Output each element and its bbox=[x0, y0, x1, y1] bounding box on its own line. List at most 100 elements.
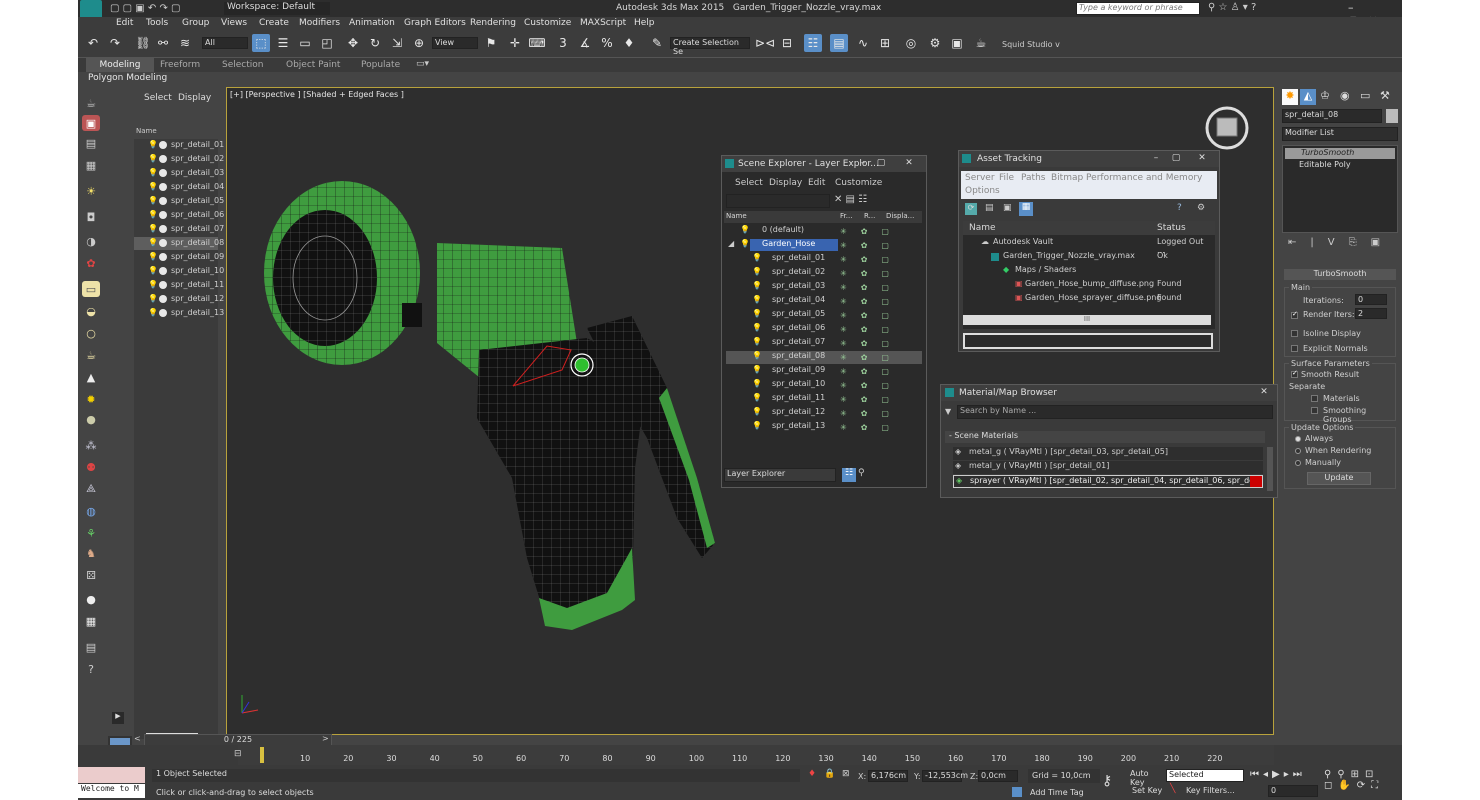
menu-customize[interactable]: Customize bbox=[835, 178, 882, 188]
link-icon[interactable]: ⛓ bbox=[134, 34, 152, 52]
object-name-field[interactable]: spr_detail_08 bbox=[1282, 109, 1382, 123]
always-radio[interactable] bbox=[1295, 436, 1301, 442]
spinner-snap-icon[interactable]: ♦ bbox=[620, 34, 638, 52]
mirror-icon[interactable]: ⊳⊲ bbox=[755, 34, 775, 52]
selection-lock-icon[interactable]: 🔒 bbox=[824, 769, 835, 779]
column-name[interactable]: Name bbox=[969, 223, 996, 233]
align-icon[interactable]: ⊟ bbox=[778, 34, 796, 52]
tab-selection[interactable]: Selection bbox=[222, 60, 263, 70]
search-input[interactable]: Type a keyword or phrase bbox=[1076, 2, 1200, 15]
dice-icon[interactable]: ⚄ bbox=[82, 567, 100, 583]
grass-icon[interactable]: ⚘ bbox=[82, 525, 100, 541]
named-selection-set-dropdown[interactable]: Create Selection Se bbox=[670, 37, 750, 56]
menu-rendering[interactable]: Rendering bbox=[470, 18, 516, 28]
stack-item-editable-poly[interactable]: Editable Poly bbox=[1285, 160, 1395, 171]
time-slider-prev-button[interactable]: < bbox=[134, 734, 141, 743]
tab-populate[interactable]: Populate bbox=[361, 60, 400, 70]
layer-explorer-icon[interactable]: ☷ bbox=[804, 34, 822, 52]
table-row[interactable]: ☁ Autodesk Vault Logged Out ... bbox=[965, 237, 1213, 255]
menu-edit[interactable]: Edit bbox=[808, 178, 825, 188]
circle-icon[interactable]: ○ bbox=[82, 325, 100, 341]
table-row[interactable]: ◆ Maps / Shaders bbox=[965, 265, 1213, 278]
place-icon[interactable]: ⊕ bbox=[410, 34, 428, 52]
help-icons[interactable]: ⚲ ☆ ♙ ▾ ? bbox=[1208, 2, 1256, 13]
material-editor-icon[interactable]: ◎ bbox=[902, 34, 920, 52]
rotate-icon[interactable]: ↻ bbox=[366, 34, 384, 52]
mesh-icon[interactable]: ⟁ bbox=[82, 481, 100, 497]
scene-name-header[interactable]: Name bbox=[136, 127, 157, 135]
list-item[interactable]: 💡 spr_detail_11 bbox=[134, 279, 224, 292]
expand-arrow-icon[interactable]: ▶ bbox=[112, 712, 124, 724]
menu-display[interactable]: Display bbox=[769, 178, 802, 188]
column-display[interactable]: Displa... bbox=[886, 212, 914, 220]
asset-status-field[interactable] bbox=[963, 333, 1213, 349]
camera-icon[interactable]: ◘ bbox=[82, 209, 100, 225]
minimize-button[interactable]: – bbox=[1149, 153, 1163, 164]
undo-icon[interactable]: ↶ bbox=[84, 34, 102, 52]
help-circle-icon[interactable]: ? bbox=[82, 661, 100, 677]
set-key-icon[interactable]: ⚷ bbox=[1102, 773, 1112, 789]
menu-graph-editors[interactable]: Graph Editors bbox=[404, 18, 466, 28]
globe-icon[interactable]: ◍ bbox=[82, 503, 100, 519]
add-time-tag-icon[interactable] bbox=[1012, 787, 1022, 797]
utilities-tab-icon[interactable]: ⚒ bbox=[1380, 89, 1390, 102]
selection-filter-dropdown[interactable]: All bbox=[202, 37, 248, 49]
current-frame-field[interactable]: 0 bbox=[1268, 785, 1318, 797]
scene-materials-section[interactable]: - Scene Materials bbox=[945, 431, 1265, 443]
time-slider-next-button[interactable]: > bbox=[322, 734, 329, 743]
color-icon[interactable]: ✿ bbox=[82, 255, 100, 271]
refresh-icon[interactable]: ⟳ bbox=[965, 203, 977, 215]
column-name[interactable]: Name bbox=[726, 212, 747, 220]
pivot-icon[interactable]: ⚑ bbox=[482, 34, 500, 52]
z-coordinate-field[interactable]: 0,0cm bbox=[978, 770, 1018, 782]
maximize-button[interactable]: ▢ bbox=[1169, 153, 1183, 164]
absolute-mode-icon[interactable]: ⊠ bbox=[842, 769, 850, 779]
ball-icon[interactable]: ● bbox=[82, 411, 100, 427]
material-search-input[interactable]: Search by Name ... bbox=[957, 405, 1273, 419]
menu-select[interactable]: Select bbox=[735, 178, 763, 188]
auto-key-button[interactable]: Auto Key bbox=[1130, 769, 1164, 787]
tab-modeling[interactable]: Modeling bbox=[86, 58, 154, 72]
stack-toolbar-icons[interactable]: ⇤|Ⅴ⎘▣ bbox=[1288, 237, 1398, 248]
update-button[interactable]: Update bbox=[1307, 472, 1371, 485]
iterations-spinner[interactable]: 0 bbox=[1355, 294, 1387, 305]
set-key-button[interactable]: Set Key bbox=[1132, 786, 1162, 795]
material-browser-titlebar[interactable]: Material/Map Browser ✕ bbox=[941, 385, 1277, 401]
time-marker[interactable] bbox=[260, 747, 264, 763]
list-item[interactable]: 💡 spr_detail_05 bbox=[134, 195, 224, 208]
modify-tab-icon[interactable]: ◭ bbox=[1300, 89, 1316, 105]
menu-bitmap-performance[interactable]: Bitmap Performance and Memory bbox=[1051, 173, 1202, 183]
cone-icon[interactable]: ▲ bbox=[82, 369, 100, 385]
menu-help[interactable]: Help bbox=[634, 18, 655, 28]
display-tab-icon[interactable]: ▭ bbox=[1360, 89, 1370, 102]
menu-modifiers[interactable]: Modifiers bbox=[299, 18, 340, 28]
hierarchy-tab-icon[interactable]: ♔ bbox=[1320, 89, 1330, 102]
table-row[interactable]: Garden_Trigger_Nozzle_vray.max Ok bbox=[965, 251, 1213, 264]
teapot2-icon[interactable]: ☕ bbox=[82, 347, 100, 363]
detail-view-icon[interactable]: ▣ bbox=[1003, 203, 1012, 213]
table-view-icon[interactable]: ▦ bbox=[1019, 202, 1033, 216]
menu-animation[interactable]: Animation bbox=[349, 18, 395, 28]
sun-icon[interactable]: ✹ bbox=[82, 391, 100, 407]
table-row[interactable]: ▣ Garden_Hose_bump_diffuse.png Found bbox=[965, 279, 1213, 292]
explorer-layer-mode-icon[interactable]: ☷ bbox=[842, 468, 856, 482]
render-iters-spinner[interactable]: 2 bbox=[1355, 308, 1387, 319]
list-item[interactable]: 💡 spr_detail_12 bbox=[134, 293, 224, 306]
curve-editor-icon[interactable]: ∿ bbox=[854, 34, 872, 52]
material-item-sprayer[interactable]: ◈ sprayer ( VRayMtl ) [spr_detail_02, spr… bbox=[953, 475, 1263, 488]
list-item[interactable]: 💡 spr_detail_03 bbox=[134, 167, 224, 180]
grid-icon[interactable]: ▦ bbox=[82, 157, 100, 173]
rect-selection-icon[interactable]: ▭ bbox=[296, 34, 314, 52]
material-item-metal-y[interactable]: ◈ metal_y ( VRayMtl ) [spr_detail_01] bbox=[953, 461, 1263, 474]
isolate-selection-icon[interactable]: ♦ bbox=[808, 769, 816, 779]
list-item[interactable]: 💡 spr_detail_01 bbox=[134, 139, 224, 152]
y-coordinate-field[interactable]: -12,553cm bbox=[922, 770, 968, 782]
workspace-dropdown[interactable]: Workspace: Default bbox=[224, 2, 330, 15]
edit-named-selection-icon[interactable]: ✎ bbox=[648, 34, 666, 52]
explorer-hierarchy-icon[interactable]: ⚲ bbox=[858, 468, 865, 478]
ribbon-options-icon[interactable]: ▭▾ bbox=[416, 59, 429, 69]
list-item-selected[interactable]: 💡 spr_detail_08 bbox=[134, 237, 224, 250]
scene-select-menu[interactable]: Select bbox=[144, 93, 172, 103]
minimize-button[interactable]: – bbox=[856, 158, 870, 169]
isoline-display-checkbox[interactable] bbox=[1291, 330, 1298, 337]
